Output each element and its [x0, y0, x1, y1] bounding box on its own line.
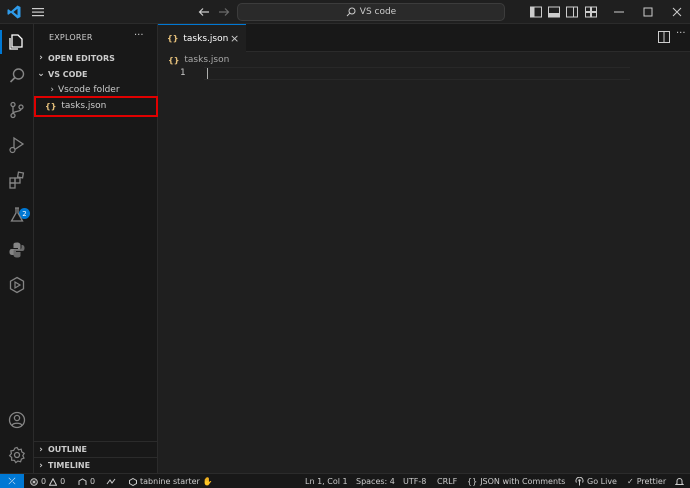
bell-icon	[675, 478, 684, 485]
encoding[interactable]: UTF-8	[403, 474, 426, 488]
chevron-right-icon: ›	[39, 53, 43, 63]
customize-layout-icon[interactable]	[584, 5, 598, 19]
live-share-indicator[interactable]	[106, 474, 116, 488]
notifications-bell[interactable]	[675, 474, 684, 488]
explorer-sidebar: EXPLORER ··· › OPEN EDITORS ⌄ VS CODE › …	[34, 24, 158, 473]
search-icon	[346, 7, 356, 17]
tab-tasks-json[interactable]: {} tasks.json ×	[158, 24, 246, 52]
language-mode[interactable]: {} JSON with Comments	[467, 474, 565, 488]
menu-icon[interactable]	[30, 4, 46, 20]
search-text: VS code	[359, 7, 397, 17]
activity-bar: 2	[0, 24, 34, 473]
chevron-right-icon: ›	[39, 460, 43, 471]
broadcast-icon	[575, 477, 584, 486]
warnings-count: 0	[60, 477, 66, 486]
breadcrumb-file: tasks.json	[184, 55, 230, 65]
explorer-icon[interactable]	[7, 32, 27, 52]
json-file-icon: {}	[168, 55, 180, 65]
arrow-right-icon[interactable]	[216, 4, 232, 20]
account-icon[interactable]	[7, 410, 27, 430]
open-editors-label: OPEN EDITORS	[48, 53, 115, 63]
current-line-highlight	[204, 67, 630, 80]
braces-icon: {}	[467, 477, 478, 486]
close-window-icon[interactable]	[670, 5, 684, 19]
active-indicator	[0, 30, 2, 54]
minimize-icon[interactable]	[612, 5, 626, 19]
prettier-indicator[interactable]: ✓ Prettier	[627, 474, 666, 488]
timeline-section[interactable]: › TIMELINE	[34, 457, 158, 473]
command-center-search[interactable]: VS code	[237, 3, 505, 21]
remote-explorer-icon[interactable]	[7, 275, 27, 295]
end-of-line[interactable]: CRLF	[437, 474, 457, 488]
run-debug-icon[interactable]	[7, 135, 27, 155]
check-icon: ✓	[627, 477, 634, 486]
eol-text: CRLF	[437, 477, 458, 486]
ports-icon	[78, 477, 87, 485]
chevron-down-icon: ⌄	[37, 69, 45, 79]
more-actions-icon[interactable]: ···	[134, 30, 144, 41]
close-icon[interactable]: ×	[230, 32, 239, 45]
tabnine-indicator[interactable]: tabnine starter ✋	[129, 474, 213, 488]
language-text: JSON with Comments	[480, 477, 566, 486]
workspace-label: VS CODE	[48, 69, 88, 79]
remote-indicator-icon[interactable]: ⤫	[0, 474, 24, 488]
outline-section[interactable]: › OUTLINE	[34, 441, 158, 457]
open-editors-section[interactable]: › OPEN EDITORS	[34, 50, 158, 66]
problems-indicator[interactable]: 0 0	[30, 474, 65, 488]
line-number: 1	[180, 68, 186, 78]
tab-label: tasks.json	[183, 33, 229, 44]
outline-label: OUTLINE	[48, 445, 87, 454]
ports-count: 0	[90, 477, 96, 486]
go-live-button[interactable]: Go Live	[575, 474, 617, 488]
status-bar: ⤫ 0 0 0 tabnine starter ✋ Ln 1, Col 1 Sp…	[0, 473, 690, 488]
tabnine-label: tabnine starter	[140, 477, 200, 486]
error-icon	[30, 477, 38, 486]
maximize-icon[interactable]	[641, 5, 655, 19]
errors-count: 0	[41, 477, 47, 486]
sidebar-title: EXPLORER	[49, 33, 93, 42]
prettier-text: Prettier	[636, 477, 667, 486]
timeline-label: TIMELINE	[48, 461, 91, 470]
search-icon[interactable]	[7, 66, 27, 86]
vscode-logo-icon[interactable]	[6, 4, 22, 20]
split-editor-icon[interactable]	[658, 31, 670, 43]
toggle-secondary-sidebar-icon[interactable]	[565, 5, 579, 19]
toggle-primary-sidebar-icon[interactable]	[529, 5, 543, 19]
encoding-text: UTF-8	[403, 477, 427, 486]
ports-indicator[interactable]: 0	[78, 474, 95, 488]
editor-tabs: {} tasks.json × ···	[158, 24, 690, 52]
hand-wave-icon: ✋	[202, 477, 213, 486]
tabnine-icon	[129, 477, 137, 486]
more-actions-icon[interactable]: ···	[676, 28, 686, 39]
python-icon[interactable]	[7, 240, 27, 260]
chevron-right-icon: ›	[39, 444, 43, 455]
json-file-icon: {}	[167, 34, 179, 43]
cursor-position[interactable]: Ln 1, Col 1	[305, 474, 348, 488]
testing-icon[interactable]	[7, 205, 27, 225]
breadcrumb[interactable]: {} tasks.json	[168, 53, 229, 67]
indentation[interactable]: Spaces: 4	[356, 474, 395, 488]
go-live-text: Go Live	[587, 477, 617, 486]
position-text: Ln 1, Col 1	[305, 477, 348, 486]
source-control-icon[interactable]	[7, 100, 27, 120]
arrow-left-icon[interactable]	[196, 4, 212, 20]
chevron-right-icon: ›	[50, 85, 54, 95]
settings-gear-icon[interactable]	[7, 445, 27, 465]
editor-area[interactable]: {} tasks.json × ··· {} tasks.json 1	[158, 24, 690, 473]
toggle-panel-icon[interactable]	[547, 5, 561, 19]
live-share-icon	[106, 478, 116, 484]
workspace-section[interactable]: ⌄ VS CODE	[34, 66, 158, 82]
extensions-icon[interactable]	[7, 170, 27, 190]
highlight-annotation	[34, 96, 158, 117]
warning-icon	[49, 477, 58, 486]
spaces-text: Spaces: 4	[356, 477, 395, 486]
text-cursor	[207, 68, 208, 79]
folder-label: Vscode folder	[58, 85, 120, 95]
title-bar: VS code	[0, 0, 690, 24]
